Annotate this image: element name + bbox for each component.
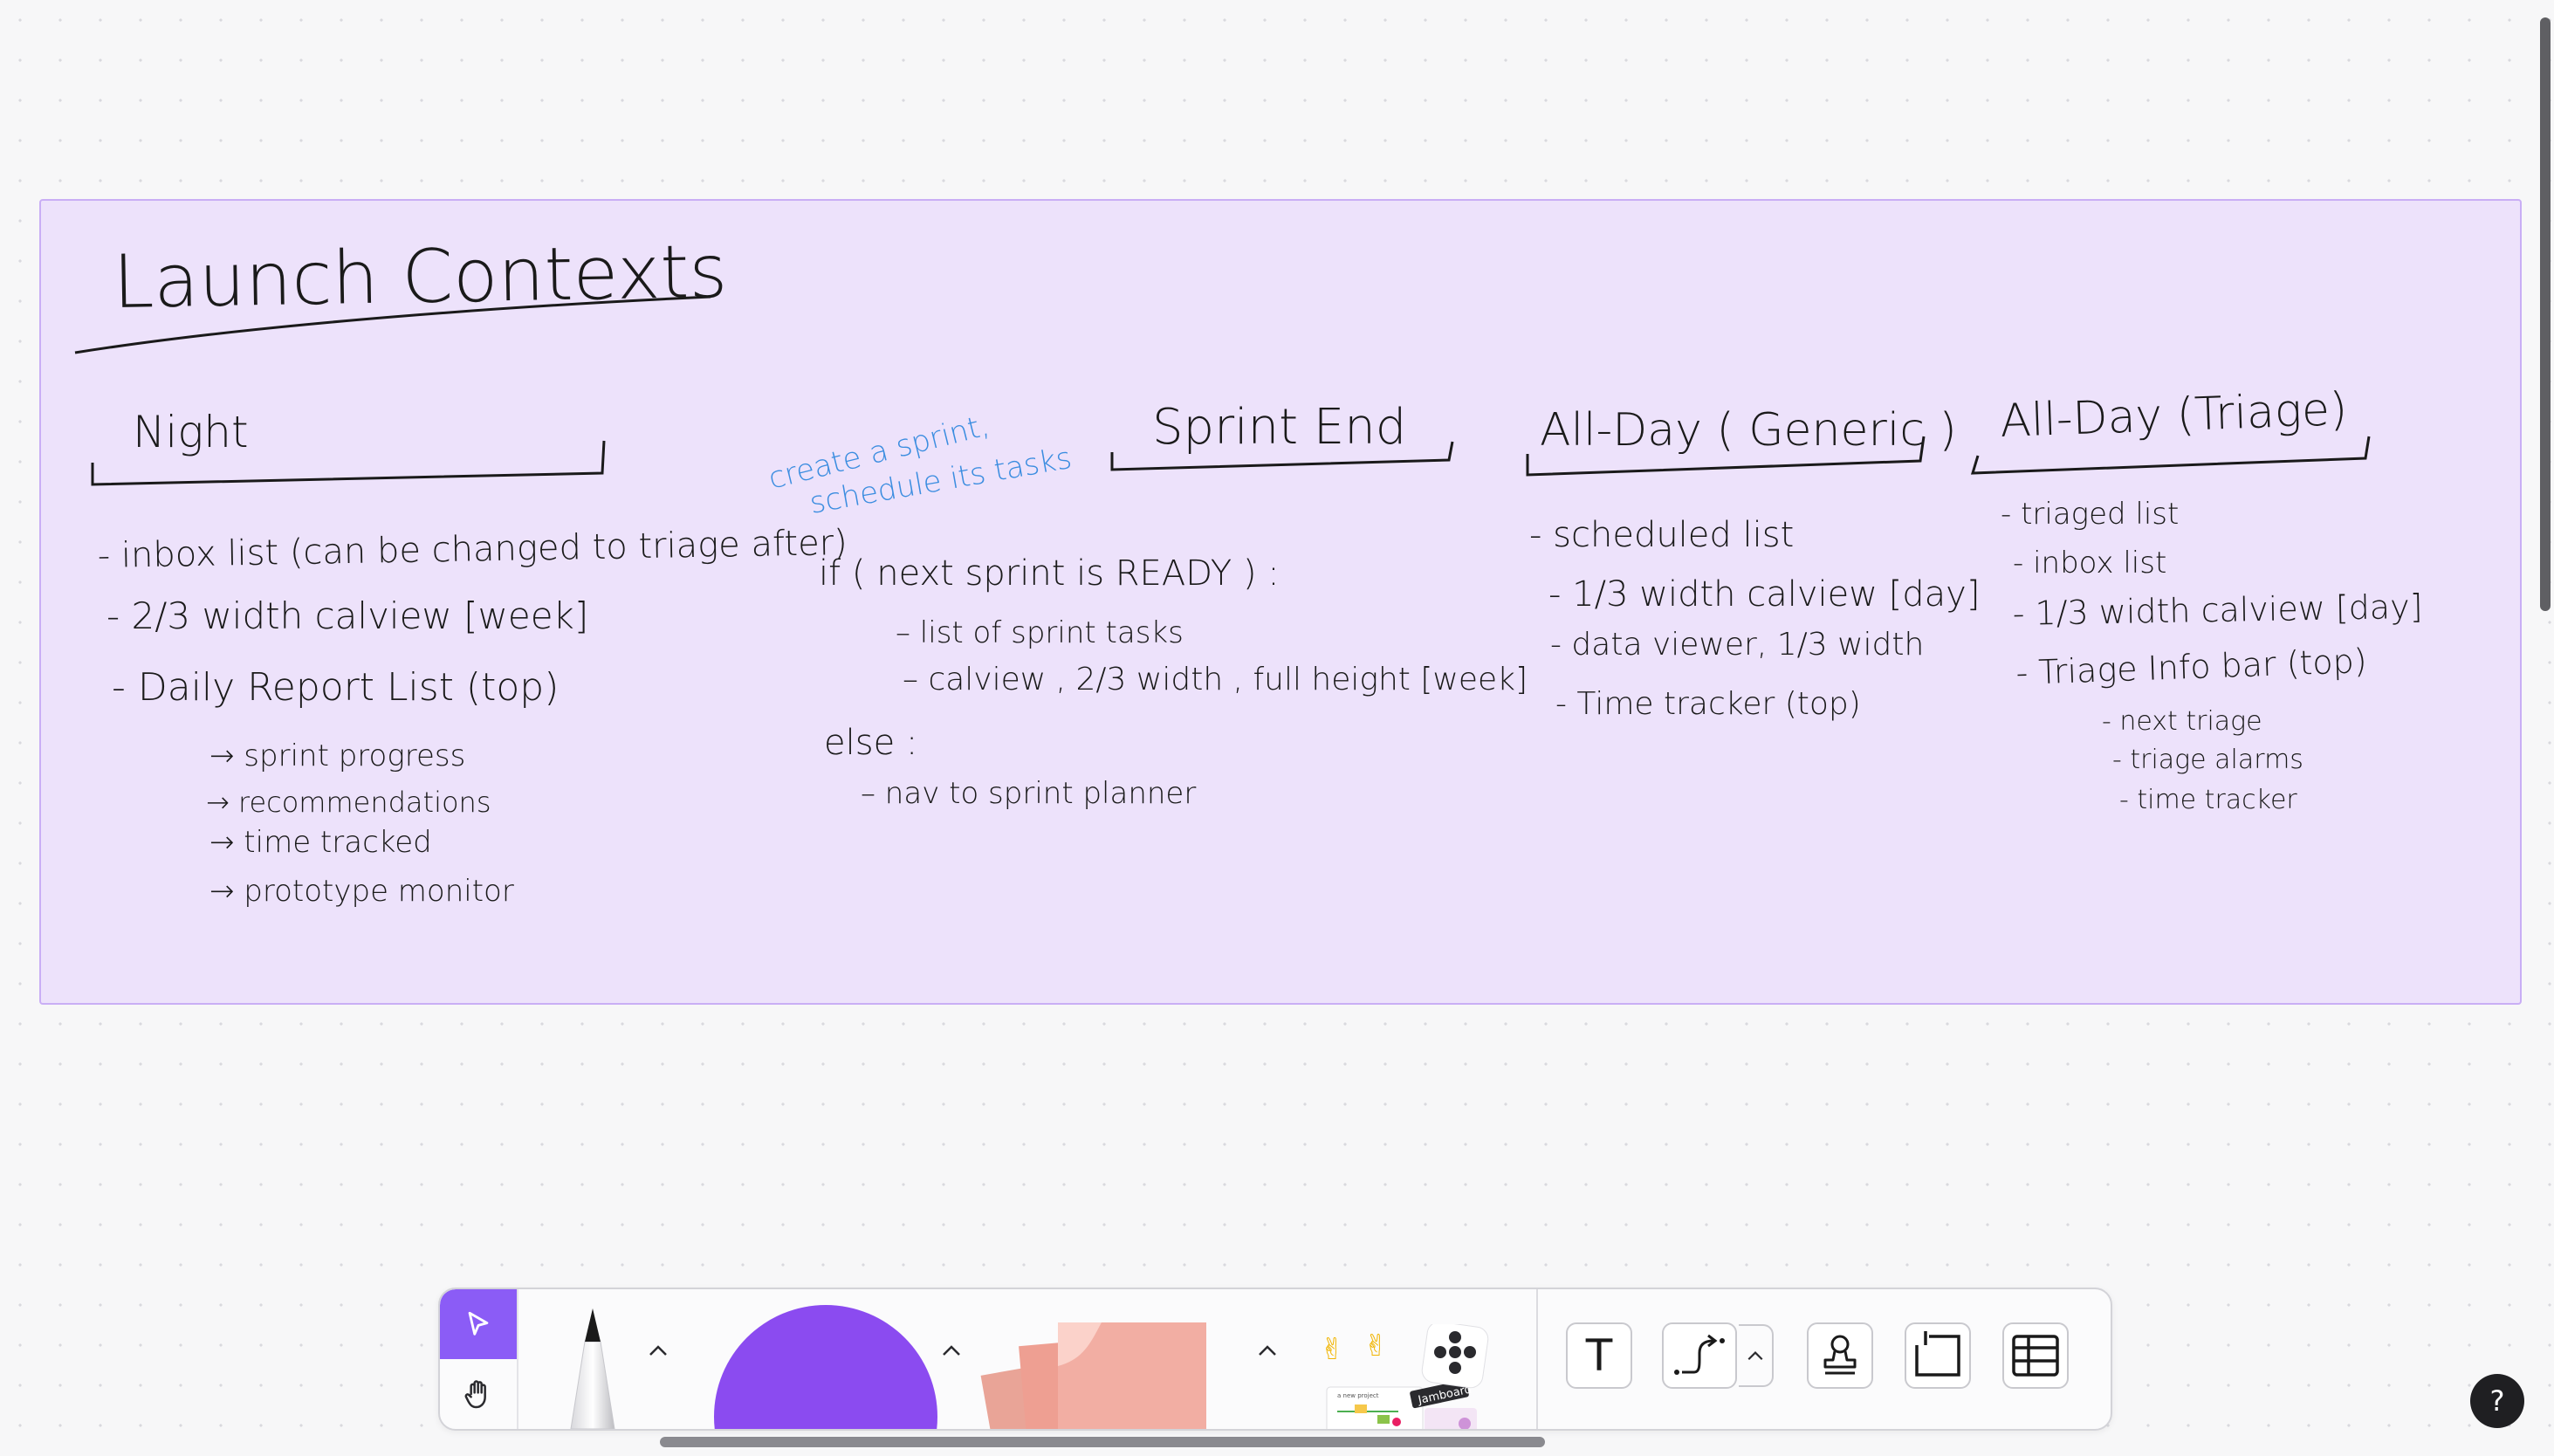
generic-item: - scheduled list	[1529, 515, 1794, 555]
night-subitem: → sprint progress	[209, 738, 465, 773]
hand-tool-button[interactable]	[440, 1359, 517, 1429]
sprint-end-heading: Sprint End	[1152, 399, 1406, 456]
shape-options-chevron[interactable]	[936, 1335, 967, 1366]
night-subitem: → recommendations	[206, 786, 491, 819]
toolbar-divider	[517, 1289, 518, 1429]
help-button[interactable]: ?	[2470, 1374, 2524, 1428]
stickers-templates-button[interactable]: ✌ ✌ a new project Jamboard	[1320, 1321, 1494, 1429]
hand-icon	[464, 1380, 486, 1409]
sprint-if-item: – calview , 2/3 width , full height [wee…	[903, 662, 1528, 697]
night-subitem: → time tracked	[209, 825, 432, 860]
stickers-preview-label: a new project	[1337, 1392, 1379, 1399]
chevron-up-icon	[1259, 1345, 1276, 1356]
sprint-else-item: – nav to sprint planner	[861, 776, 1196, 811]
generic-item: - data viewer, 1/3 width	[1550, 627, 1924, 663]
connector-icon	[1674, 1334, 1725, 1375]
night-subitem: → prototype monitor	[209, 874, 514, 909]
triage-subitem: - next triage	[2102, 706, 2262, 737]
pen-icon	[570, 1308, 615, 1429]
generic-heading: All-Day ( Generic )	[1540, 404, 1957, 457]
frame-title: Launch Contexts	[113, 229, 728, 325]
chevron-up-icon	[649, 1345, 667, 1356]
chevron-up-icon	[1747, 1351, 1763, 1361]
stamp-tool-button[interactable]	[1807, 1322, 1873, 1389]
select-tool-button[interactable]	[440, 1289, 517, 1359]
generic-item: - Time tracker (top)	[1555, 686, 1861, 722]
night-item: - Daily Report List (top)	[112, 665, 559, 710]
svg-text:✌: ✌	[1320, 1332, 1345, 1367]
stickers-icon: ✌ ✌ a new project Jamboard	[1320, 1321, 1489, 1429]
table-icon	[2012, 1335, 2059, 1377]
generic-item: - 1/3 width calview [day]	[1548, 574, 1980, 615]
sticky-note-icon	[980, 1322, 1206, 1429]
sticky-note-tool-button[interactable]	[979, 1315, 1241, 1429]
triage-item: - inbox list	[2013, 546, 2166, 580]
pen-tool-button[interactable]	[545, 1307, 641, 1429]
frame-icon	[1915, 1331, 1960, 1377]
stamp-icon	[1823, 1335, 1857, 1375]
sprint-if-item: – list of sprint tasks	[896, 615, 1184, 650]
connector-options-chevron[interactable]	[1739, 1324, 1774, 1387]
creation-toolbar: ✌ ✌ a new project Jamboard T	[438, 1288, 2112, 1431]
cursor-arrow-icon	[468, 1311, 489, 1336]
triage-item: - triaged list	[2001, 497, 2179, 532]
triage-subitem: - time tracker	[2119, 785, 2297, 815]
pen-options-chevron[interactable]	[642, 1335, 674, 1366]
night-item: - 2/3 width calview [week]	[106, 594, 588, 637]
shape-tool-button[interactable]	[712, 1303, 939, 1429]
connector-tool-button[interactable]	[1662, 1322, 1737, 1389]
sprint-else-label: else :	[824, 723, 917, 763]
whiteboard-canvas[interactable]: Launch Contexts Night - inbox list (can …	[0, 0, 2554, 1456]
text-tool-icon: T	[1585, 1330, 1613, 1381]
help-icon: ?	[2489, 1384, 2505, 1418]
vertical-scrollbar[interactable]	[2540, 17, 2551, 611]
frame-tool-button[interactable]	[1905, 1322, 1971, 1389]
chevron-up-icon	[943, 1345, 960, 1356]
toolbar-divider	[1536, 1289, 1538, 1429]
svg-text:✌: ✌	[1363, 1329, 1389, 1363]
circle-shape-icon	[714, 1305, 937, 1429]
triage-item: - 1/3 width calview [day]	[2012, 587, 2422, 633]
horizontal-scrollbar[interactable]	[660, 1437, 1545, 1447]
triage-subitem: - triage alarms	[2112, 745, 2303, 775]
text-tool-button[interactable]: T	[1566, 1322, 1632, 1389]
sprint-condition: if ( next sprint is READY ) :	[819, 553, 1280, 594]
table-tool-button[interactable]	[2002, 1322, 2069, 1389]
sticky-options-chevron[interactable]	[1252, 1335, 1283, 1366]
night-heading: Night	[133, 407, 249, 457]
